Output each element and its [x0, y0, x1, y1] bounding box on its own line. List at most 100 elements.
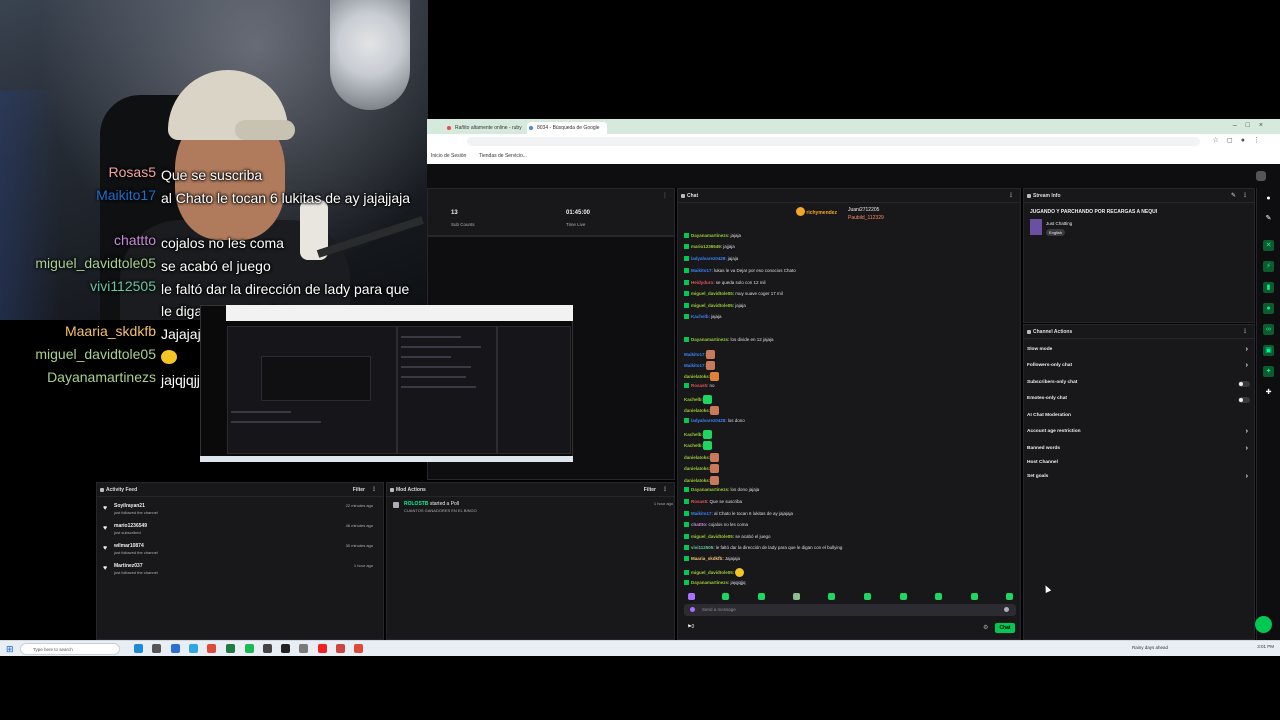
spotify-icon[interactable] [245, 644, 254, 653]
chat-message[interactable]: Heidyduro:se queda solo con 12 mil [684, 280, 766, 290]
rail-settings-icon[interactable]: ● [1263, 193, 1274, 204]
chat-username[interactable]: Dayanamartinezs: [691, 233, 730, 238]
channel-action-subscribers-only-chat[interactable]: Subscribers-only chat [1027, 380, 1252, 390]
toggle-switch[interactable] [1238, 381, 1250, 387]
chat-message[interactable]: chattto:cojalos no les coma [684, 522, 748, 532]
obs-icon[interactable] [281, 644, 290, 653]
app-icon[interactable] [336, 644, 345, 653]
chat-leaderboard[interactable]: richymendez Juani2712205 Paubild_112329 [796, 207, 906, 225]
chat-username[interactable]: Rosas5: [691, 383, 709, 388]
chat-username[interactable]: ladyalvarez0428: [691, 256, 727, 261]
emote-picker-icon[interactable] [1004, 607, 1009, 612]
chat-emote-message[interactable]: Kachelb: [684, 441, 713, 451]
channel-action-set-goals[interactable]: Set goals › [1027, 473, 1252, 484]
chat-message[interactable]: miguel_davidtole05:muy suave coger 17 mi… [684, 291, 783, 301]
mod-filter-button[interactable]: Filter [644, 483, 656, 497]
chat-message[interactable]: miguel_davidtole05:se acabó el juego [684, 534, 771, 544]
chat-username[interactable]: Maikito17: [684, 352, 706, 357]
rail-chat-icon[interactable]: ● [1263, 303, 1274, 314]
chat-message[interactable]: miguel_davidtole05:jajaja [684, 303, 746, 313]
rail-ad-icon[interactable]: ▮ [1263, 282, 1274, 293]
browser-toolbar-icons[interactable]: ☆◻●⋮ [1213, 136, 1268, 144]
quick-emote-icon[interactable] [828, 593, 835, 600]
chat-emote-message[interactable]: danielatoks: [684, 453, 720, 463]
chat-username[interactable]: miguel_davidtole05: [691, 570, 734, 575]
chat-username[interactable]: mario1236549: [691, 244, 722, 249]
rail-edit-icon[interactable]: ✎ [1263, 213, 1274, 224]
chat-username[interactable]: danielatoks: [684, 466, 710, 471]
chat-message[interactable]: Dayanamartinezs:los dono jajaja [684, 487, 759, 497]
chat-message[interactable]: Maikito17:lukas le va Dejar por eso cono… [684, 268, 796, 278]
quick-emote-icon[interactable] [722, 593, 729, 600]
app-icon[interactable] [299, 644, 308, 653]
chat-username[interactable]: Kachelb: [691, 314, 710, 319]
quick-emote-icon[interactable] [971, 593, 978, 600]
address-input[interactable] [467, 137, 1200, 146]
activity-kebab-icon[interactable]: ⋮ [371, 483, 377, 497]
system-clock[interactable]: 3:01 PM [1257, 644, 1274, 649]
chat-username[interactable]: danielatoks: [684, 408, 710, 413]
chat-emote-message[interactable]: Kachelb: [684, 430, 713, 440]
quick-emote-icon[interactable] [1006, 593, 1013, 600]
activity-filter-button[interactable]: Filter [353, 483, 365, 497]
chat-username[interactable]: Dayanamartinezs: [691, 337, 730, 342]
quick-emote-icon[interactable] [935, 593, 942, 600]
chat-message[interactable]: Dayanamartinezs:jajaja [684, 233, 741, 243]
chat-emote-message[interactable]: danielatoks: [684, 476, 720, 486]
channel-action-followers-only-chat[interactable]: Followers-only chat › [1027, 362, 1252, 373]
chat-username[interactable]: Dayanamartinezs: [691, 487, 730, 492]
browser-tab[interactable]: Rañito altamente online - ruby [445, 122, 523, 134]
help-chat-bubble-icon[interactable] [1255, 616, 1272, 633]
chat-username[interactable]: Maikito17: [684, 363, 706, 368]
bookmark-item[interactable]: Inicio de Sesión [431, 153, 466, 159]
chat-emote-message[interactable]: Maikito17: [684, 350, 716, 360]
rail-clip-icon[interactable]: ✕ [1263, 240, 1274, 251]
start-icon[interactable]: ⊞ [6, 644, 14, 655]
chat-emote-message[interactable]: danielatoks: [684, 372, 720, 382]
channel-action-account-age-restriction[interactable]: Account age restriction › [1027, 428, 1252, 439]
rail-tools-icon[interactable]: ✦ [1263, 366, 1274, 377]
channel-action-ai-chat-moderation[interactable]: AI Chat Moderation [1027, 413, 1252, 423]
chat-emote-message[interactable]: Maikito17: [684, 361, 716, 371]
activity-item[interactable]: ♥ mario1236549 just subscribed 46 minutes a… [103, 523, 373, 543]
quick-emote-icon[interactable] [688, 593, 695, 600]
chat-username[interactable]: miguel_davidtole05: [691, 534, 734, 539]
stats-kebab-icon[interactable]: ⋮ [662, 192, 668, 199]
chat-username[interactable]: Rosas5: [691, 499, 709, 504]
chat-settings-icon[interactable]: ⚙ [983, 624, 988, 631]
chat-message[interactable]: Rosas5:Que se suscriba [684, 499, 742, 509]
chat-input[interactable]: Send a message [684, 604, 1016, 616]
chrome-icon[interactable] [354, 644, 363, 653]
activity-item[interactable]: ♥ Martinez037 just followed the channel 1 h… [103, 563, 373, 583]
edge-icon[interactable] [134, 644, 143, 653]
excel-icon[interactable] [226, 644, 235, 653]
chat-username[interactable]: Maikito17: [691, 268, 713, 273]
edit-pencil-icon[interactable]: ✎ [1231, 189, 1236, 203]
chat-message[interactable]: ladyalvarez0428:los dono [684, 418, 745, 428]
quick-emote-icon[interactable] [793, 593, 800, 600]
chat-username[interactable]: Dayanamartinezs: [691, 580, 730, 585]
chat-message[interactable]: Dayanamartinezs:jajqjqjjq [684, 580, 746, 590]
rail-link-icon[interactable]: ∞ [1263, 324, 1274, 335]
chat-username[interactable]: Kachelb: [684, 443, 703, 448]
profile-avatar[interactable] [1256, 171, 1266, 181]
chat-emote-message[interactable]: Kachelb: [684, 395, 713, 405]
mod-kebab-icon[interactable]: ⋮ [662, 483, 668, 497]
youtube-icon[interactable] [318, 644, 327, 653]
chat-message[interactable]: Dayanamartinezs:los divide en 12 jajaja [684, 337, 774, 347]
mod-action-item[interactable]: ROLOSTB started a Poll CUANTOS GANADORES… [393, 501, 673, 517]
toggle-switch[interactable] [1238, 397, 1250, 403]
channel-action-banned-words[interactable]: Banned words › [1027, 445, 1252, 456]
chat-send-button[interactable]: Chat [995, 623, 1015, 633]
chat-username[interactable]: Kachelb: [684, 432, 703, 437]
chrome-icon[interactable] [207, 644, 216, 653]
chat-username[interactable]: vivi112505: [691, 545, 715, 550]
chat-message[interactable]: mario1236549:jajjaja [684, 244, 735, 254]
quick-emote-icon[interactable] [864, 593, 871, 600]
chat-message[interactable]: miguel_davidtole05: [684, 568, 745, 578]
activity-item[interactable]: ♥ wilmar10874 just followed the channel 30 … [103, 543, 373, 563]
browser-tab-active[interactable]: 8034 - Búsqueda de Google [527, 122, 607, 134]
mail-icon[interactable] [171, 644, 180, 653]
chat-username[interactable]: chattto: [691, 522, 708, 527]
window-controls[interactable]: –□× [1233, 122, 1272, 129]
